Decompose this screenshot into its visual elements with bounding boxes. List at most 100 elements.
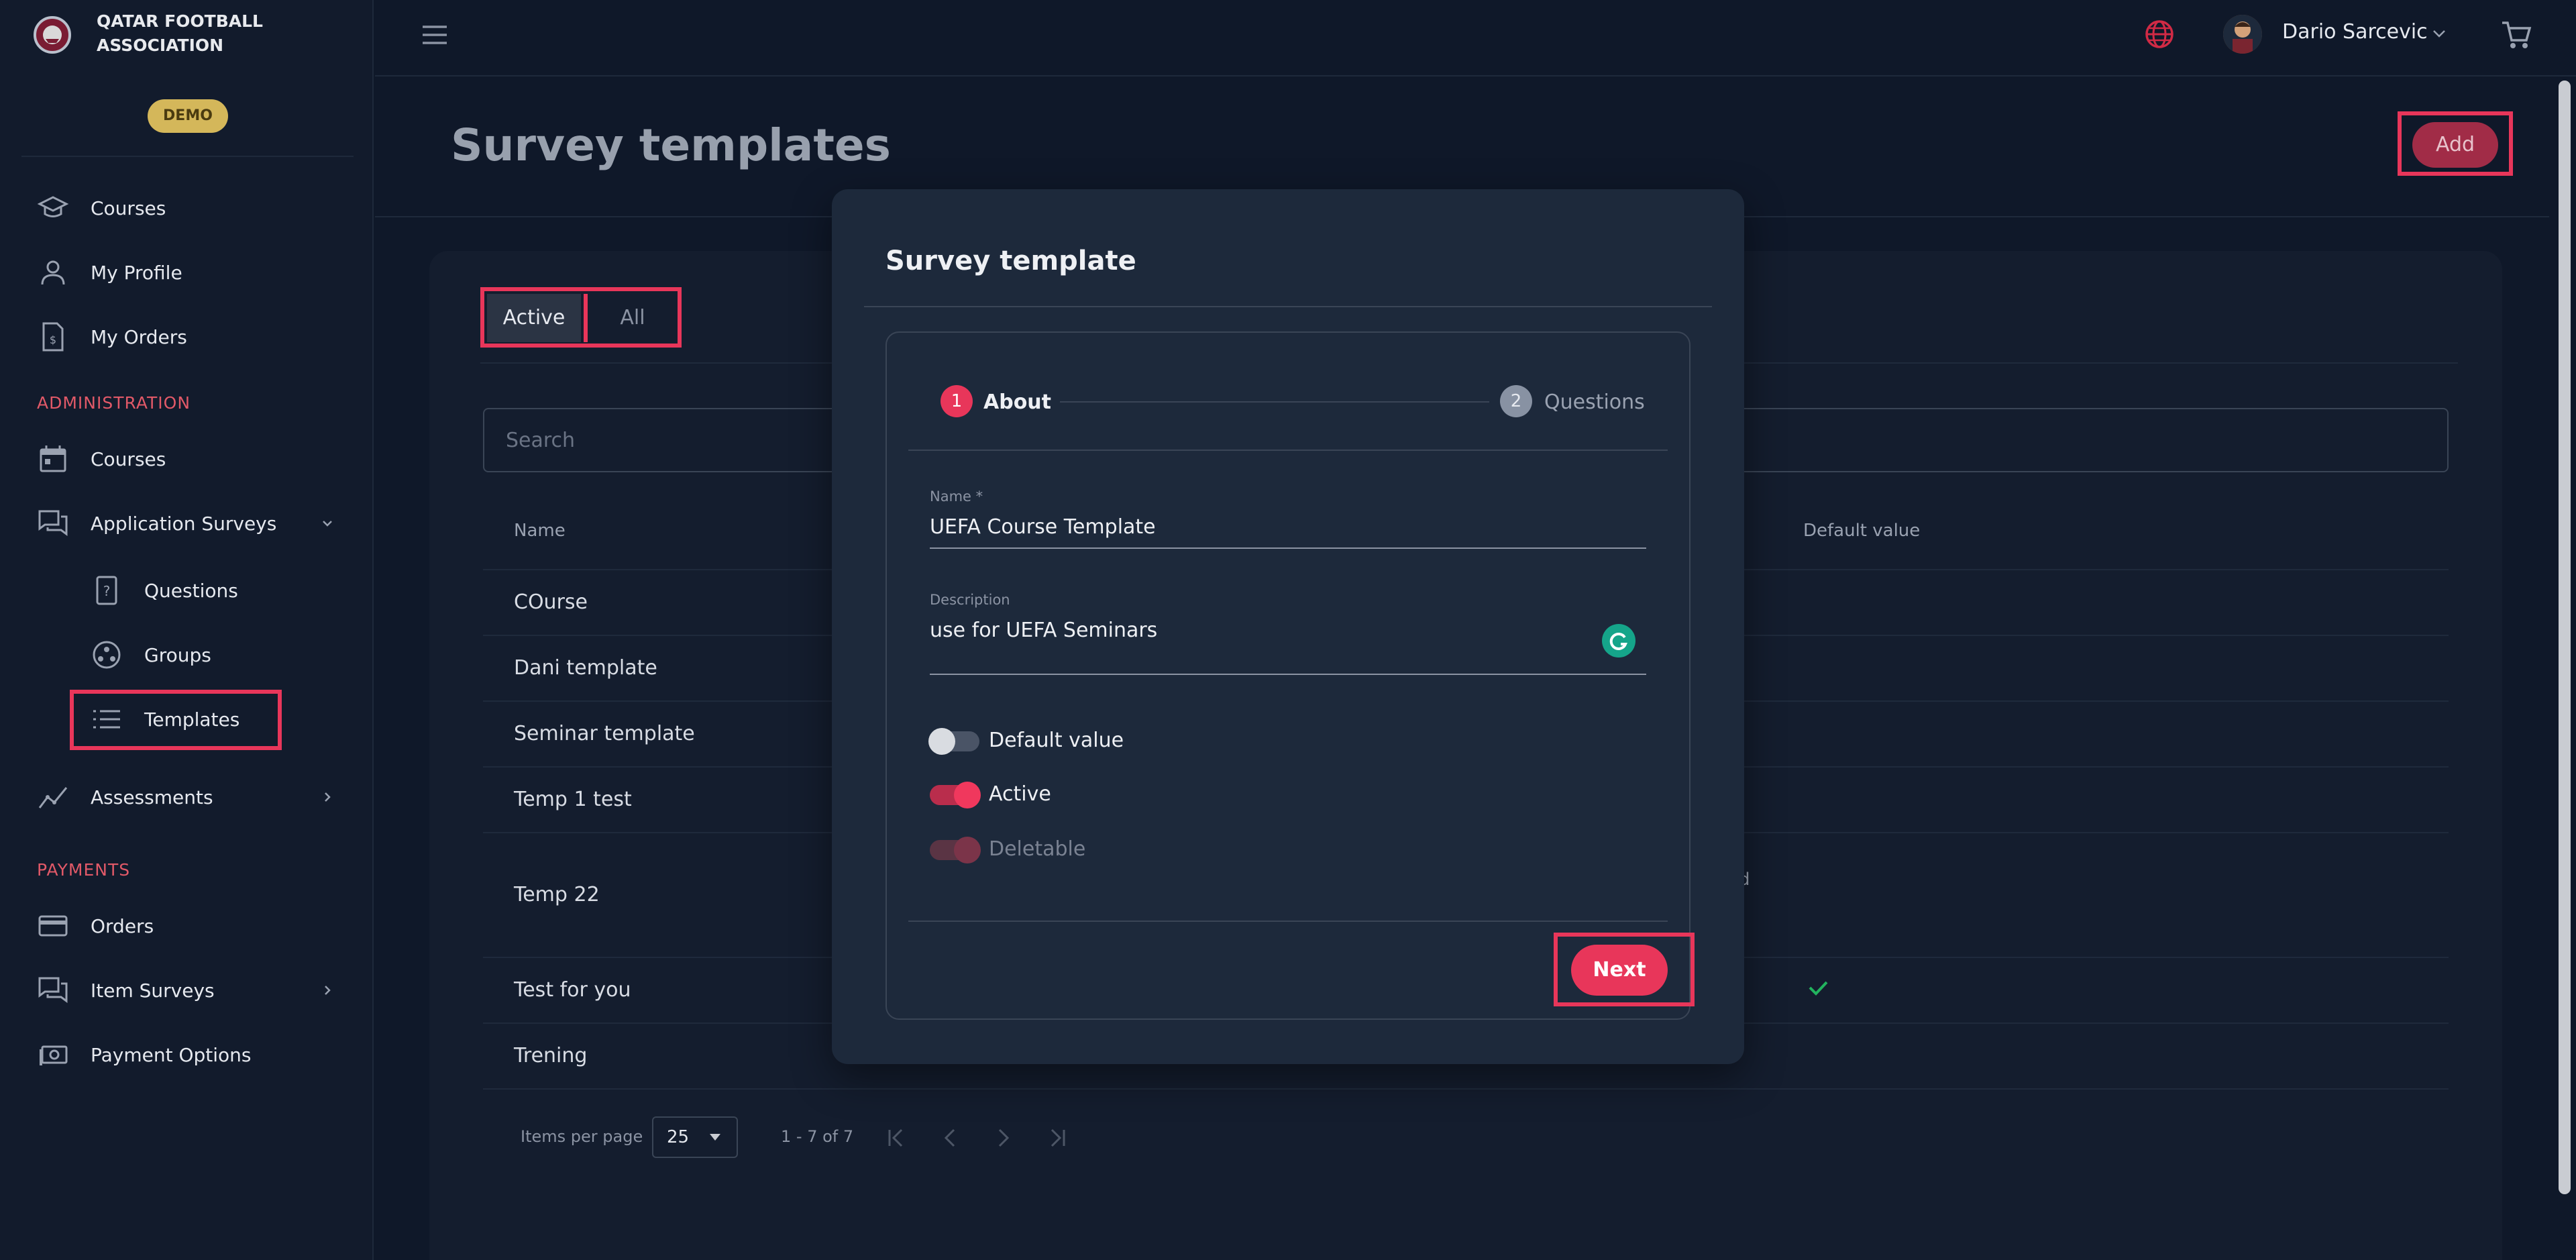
sidebar-item-my-orders[interactable]: $ My Orders [0, 305, 374, 369]
chevron-right-icon[interactable] [318, 788, 337, 806]
first-page-icon[interactable] [883, 1124, 910, 1151]
sidebar-item-groups[interactable]: Groups [0, 623, 374, 687]
name-field[interactable]: UEFA Course Template [930, 515, 1156, 539]
sidebar-item-label: Assessments [91, 786, 213, 808]
next-page-icon[interactable] [990, 1124, 1017, 1151]
brand-line-2: ASSOCIATION [97, 36, 224, 55]
sidebar-item-my-profile[interactable]: My Profile [0, 240, 374, 305]
calendar-icon [40, 445, 66, 472]
default-value-label: Default value [989, 729, 1124, 752]
table-row[interactable]: Seminar template [514, 722, 695, 745]
credit-card-icon [38, 915, 68, 937]
step-questions-label[interactable]: Questions [1544, 390, 1645, 414]
step-connector [1060, 401, 1489, 403]
name-field-label: Name * [930, 488, 983, 505]
sidebar-item-courses[interactable]: Courses [0, 176, 374, 240]
table-row[interactable]: Trening [514, 1044, 587, 1067]
description-field-label: Description [930, 592, 1010, 608]
sidebar-item-payment-options[interactable]: Payment Options [0, 1022, 374, 1087]
sidebar-item-label: Questions [144, 579, 238, 602]
section-administration: ADMINISTRATION [37, 393, 191, 413]
sidebar-item-label: Groups [144, 643, 211, 666]
cart-icon[interactable] [2500, 17, 2533, 51]
grammarly-icon[interactable] [1602, 624, 1635, 658]
deletable-toggle-thumb [954, 837, 981, 863]
name-field-underline [930, 547, 1646, 549]
description-field-underline [930, 674, 1646, 675]
svg-text:$: $ [50, 333, 56, 346]
groups-icon [93, 641, 121, 669]
page-title: Survey templates [451, 119, 891, 171]
tab-all[interactable]: All [590, 294, 675, 342]
last-page-icon[interactable] [1044, 1124, 1071, 1151]
items-per-page-select[interactable] [652, 1116, 738, 1158]
table-row[interactable]: Temp 22 [514, 883, 600, 906]
table-row[interactable]: Temp 1 test [514, 788, 632, 811]
table-row[interactable]: Test for you [514, 978, 631, 1002]
person-icon [41, 260, 65, 285]
dialog-footer-divider [908, 921, 1668, 922]
scrollbar-thumb[interactable] [2559, 81, 2571, 1194]
sidebar-item-label: Payment Options [91, 1043, 252, 1066]
items-per-page-value: 25 [667, 1127, 690, 1147]
sidebar-item-orders[interactable]: Orders [0, 894, 374, 958]
row-divider [483, 1088, 2449, 1090]
description-field[interactable]: use for UEFA Seminars [930, 619, 1157, 642]
column-header-name[interactable]: Name [514, 521, 566, 541]
user-name[interactable]: Dario Sarcevic [2282, 20, 2428, 44]
deletable-label: Deletable [989, 837, 1086, 861]
dialog-divider [864, 306, 1712, 307]
sidebar-item-label: Orders [91, 914, 154, 937]
brand-name: QATAR FOOTBALL ASSOCIATION [97, 9, 298, 58]
chevron-right-icon[interactable] [318, 981, 337, 1000]
chat-icon [38, 977, 68, 1003]
list-icon [93, 710, 120, 729]
sidebar-item-label: My Orders [91, 325, 187, 348]
sidebar-item-templates[interactable]: Templates [0, 687, 374, 751]
sidebar-item-admin-courses[interactable]: Courses [0, 427, 374, 491]
column-header-default-value[interactable]: Default value [1803, 521, 1920, 541]
step-about-label[interactable]: About [983, 390, 1051, 414]
active-toggle-thumb[interactable] [954, 782, 981, 808]
money-icon [40, 1045, 68, 1065]
chat-icon [38, 510, 68, 536]
question-icon: ? [96, 576, 117, 605]
add-button[interactable]: Add [2412, 122, 2498, 168]
chart-line-icon [38, 787, 68, 808]
invoice-icon: $ [42, 322, 64, 352]
default-value-toggle-thumb[interactable] [928, 728, 955, 755]
graduation-cap-icon [37, 196, 69, 217]
sidebar: QATAR FOOTBALL ASSOCIATION DEMO Courses … [0, 0, 374, 1260]
previous-page-icon[interactable] [936, 1124, 963, 1151]
tab-separator [584, 294, 588, 342]
hamburger-menu-icon[interactable] [420, 23, 449, 47]
sidebar-item-label: Courses [91, 448, 166, 470]
demo-badge: DEMO [148, 99, 228, 133]
active-label: Active [989, 782, 1051, 806]
sidebar-item-label: Courses [91, 197, 166, 219]
steps-divider [908, 450, 1668, 451]
section-payments: PAYMENTS [37, 860, 131, 880]
stepper-card [885, 331, 1690, 1020]
sidebar-divider [21, 156, 354, 157]
dialog-title: Survey template [885, 246, 1136, 276]
sidebar-item-label: My Profile [91, 261, 182, 284]
table-row[interactable]: COurse [514, 590, 588, 614]
sidebar-item-application-surveys[interactable]: Application Surveys [0, 491, 374, 556]
sidebar-item-questions[interactable]: ? Questions [0, 558, 374, 623]
step-2-indicator[interactable]: 2 [1500, 385, 1532, 417]
svg-text:?: ? [103, 583, 111, 599]
items-per-page-label: Items per page [521, 1127, 643, 1146]
chevron-down-icon[interactable] [2428, 23, 2450, 44]
next-button[interactable]: Next [1571, 945, 1668, 996]
chevron-down-icon[interactable] [318, 514, 337, 533]
step-1-indicator[interactable]: 1 [941, 385, 973, 417]
avatar[interactable] [2223, 15, 2262, 54]
sidebar-item-item-surveys[interactable]: Item Surveys [0, 958, 374, 1022]
sidebar-item-label: Item Surveys [91, 979, 215, 1002]
table-row[interactable]: Dani template [514, 656, 657, 680]
globe-icon[interactable] [2144, 19, 2175, 50]
sidebar-item-label: Application Surveys [91, 512, 277, 535]
tab-active[interactable]: Active [487, 294, 581, 342]
sidebar-item-assessments[interactable]: Assessments [0, 765, 374, 829]
